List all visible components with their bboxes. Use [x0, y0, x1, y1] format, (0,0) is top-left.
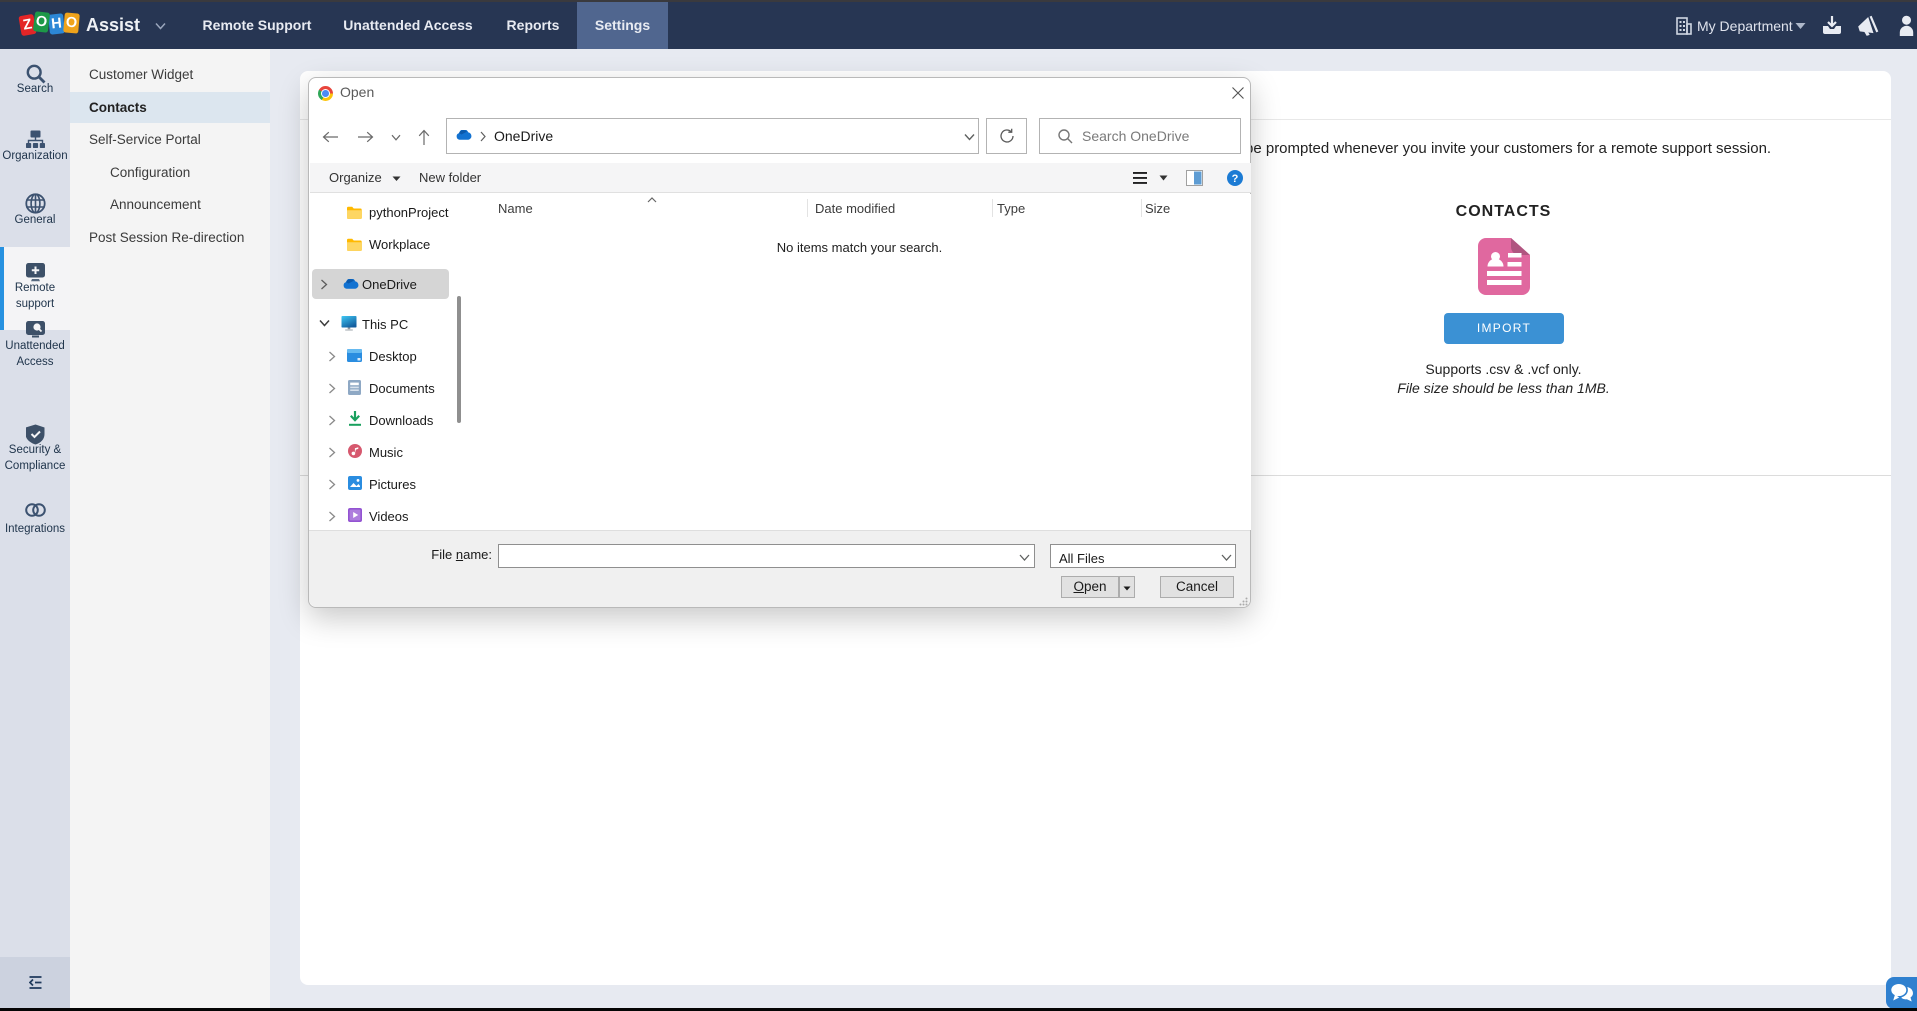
svg-text:?: ?: [1232, 173, 1239, 185]
